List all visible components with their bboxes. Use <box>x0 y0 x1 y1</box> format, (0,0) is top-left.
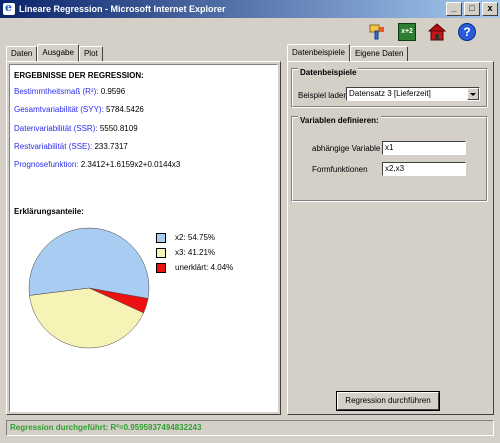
window-title: Lineare Regression - Microsoft Internet … <box>19 4 226 14</box>
paintbrush-icon[interactable] <box>368 23 386 41</box>
house-icon[interactable] <box>428 23 446 41</box>
form-label: Formfunktionen <box>312 165 368 174</box>
right-panel: Datenbeispiele Eigene Daten Datenbeispie… <box>287 44 494 415</box>
pie-slice-0 <box>28 227 150 299</box>
tab-daten[interactable]: Daten <box>6 46 38 62</box>
metric-prognose: Prognosefunktion: 2.3412+1.6159x2+0.0144… <box>14 160 180 169</box>
metric-value: 5784.5426 <box>106 105 144 114</box>
metric-label: Datenvariabilität (SSR): <box>14 124 98 133</box>
legend-label: unerklärt: 4.04% <box>175 263 234 272</box>
maximize-button[interactable]: □ <box>464 2 480 16</box>
tab-plot[interactable]: Plot <box>78 46 103 62</box>
metric-label: Gesamtvariabilität (SYY): <box>14 105 104 114</box>
tab-eigene-daten[interactable]: Eigene Daten <box>349 46 409 62</box>
legend-label: x2: 54.75% <box>175 233 216 242</box>
calculator-icon[interactable]: x+2 <box>398 23 416 41</box>
close-button[interactable]: x <box>482 2 498 16</box>
metric-r2: Bestimmtheitsmaß (R²): 0.9596 <box>14 87 125 96</box>
status-text: Regression durchgeführt: R²=0.9595937494… <box>10 423 202 432</box>
metric-syy: Gesamtvariabilität (SYY): 5784.5426 <box>14 105 144 114</box>
pie-chart <box>28 227 150 349</box>
metric-sse: Restvariabilität (SSE): 233.7317 <box>14 142 128 151</box>
results-heading: ERGEBNISSE DER REGRESSION: <box>14 71 144 80</box>
metric-value: 233.7317 <box>94 142 128 151</box>
metric-label: Prognosefunktion: <box>14 160 79 169</box>
right-tabs: Datenbeispiele Eigene Daten <box>287 44 409 62</box>
variablen-group: Variablen definieren: abhängige Variable… <box>291 116 488 202</box>
metric-label: Bestimmtheitsmaß (R²): <box>14 87 99 96</box>
legend-swatch <box>156 263 166 273</box>
legend-swatch <box>156 233 166 243</box>
datenbeispiele-group: Datenbeispiele Beispiel laden Datensatz … <box>291 68 488 108</box>
help-icon[interactable]: ? <box>458 23 476 41</box>
form-input[interactable]: x2,x3 <box>382 162 466 176</box>
minimize-button[interactable]: _ <box>446 2 462 16</box>
chevron-down-icon[interactable] <box>467 88 479 100</box>
legend-swatch <box>156 248 166 258</box>
datenbeispiele-title: Datenbeispiele <box>298 68 359 77</box>
window-controls: _ □ x <box>444 2 498 16</box>
right-tab-frame: Datenbeispiele Beispiel laden Datensatz … <box>287 61 494 415</box>
left-panel: Daten Ausgabe Plot ERGEBNISSE DER REGRES… <box>6 44 281 415</box>
metric-ssr: Datenvariabilität (SSR): 5550.8109 <box>14 124 138 133</box>
tab-ausgabe[interactable]: Ausgabe <box>37 44 79 62</box>
metric-value: 5550.8109 <box>99 124 138 133</box>
legend-label: x3: 41.21% <box>175 248 216 257</box>
metric-value: 2.3412+1.6159x2+0.0144x3 <box>80 160 181 169</box>
regression-button[interactable]: Regression durchführen <box>336 391 440 411</box>
tab-datenbeispiele[interactable]: Datenbeispiele <box>287 44 350 62</box>
title-bar: Lineare Regression - Microsoft Internet … <box>0 0 500 18</box>
dependent-input[interactable]: x1 <box>382 141 466 155</box>
left-tab-frame: ERGEBNISSE DER REGRESSION: Bestimmtheits… <box>6 61 281 415</box>
variablen-title: Variablen definieren: <box>298 116 381 125</box>
metric-value: 0.9596 <box>100 87 126 96</box>
explain-heading: Erklärungsanteile: <box>14 207 84 216</box>
toolbar: x+2 ? <box>0 18 500 45</box>
metric-label: Restvariabilität (SSE): <box>14 142 93 151</box>
beispiel-select[interactable]: Datensatz 3 [Lieferzeit] <box>346 87 480 101</box>
left-tabs: Daten Ausgabe Plot <box>6 44 103 62</box>
beispiel-selected: Datensatz 3 [Lieferzeit] <box>349 89 431 98</box>
dependent-label: abhängige Variable <box>312 144 381 153</box>
status-bar: Regression durchgeführt: R²=0.9595937494… <box>6 420 494 436</box>
ie-icon <box>3 1 15 15</box>
beispiel-label: Beispiel laden <box>298 91 348 100</box>
output-area: ERGEBNISSE DER REGRESSION: Bestimmtheits… <box>9 64 278 412</box>
